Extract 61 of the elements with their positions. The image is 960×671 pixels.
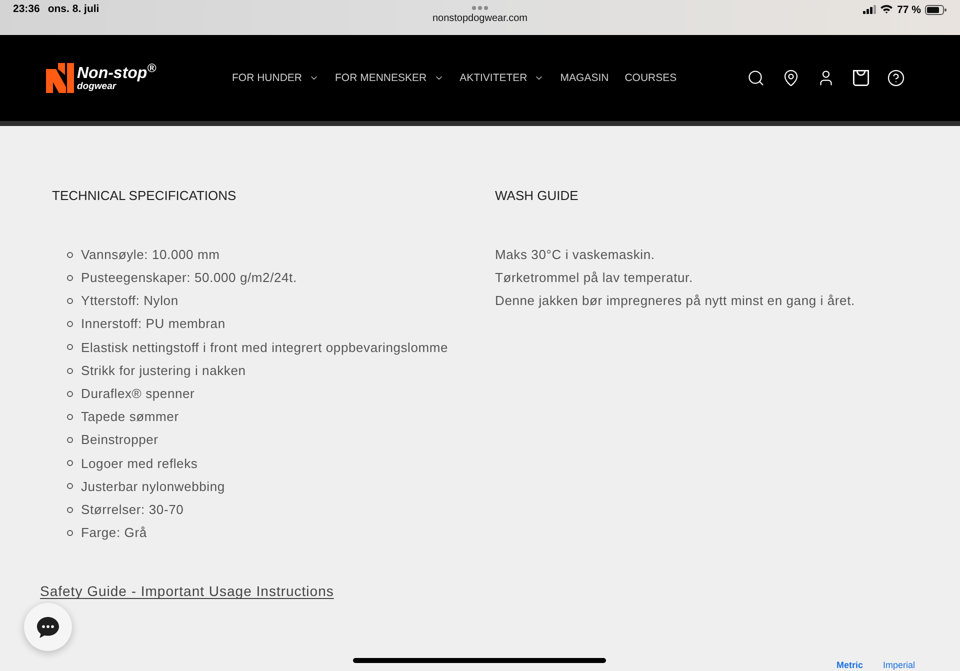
battery-percent: 77 % bbox=[897, 4, 921, 16]
spec-text: Innerstoff: PU membran bbox=[81, 315, 226, 334]
safety-guide-link[interactable]: Safety Guide - Important Usage Instructions bbox=[40, 584, 334, 600]
logo-mark-icon[interactable] bbox=[46, 63, 74, 93]
spec-text: Strikk for justering i nakken bbox=[81, 362, 246, 380]
circle-bullet-icon bbox=[67, 530, 73, 536]
wash-instruction: Maks 30°C i vaskemaskin. bbox=[495, 246, 656, 264]
cart-button[interactable] bbox=[852, 69, 870, 87]
nav-link[interactable]: COURSES bbox=[624, 71, 677, 85]
status-time: 23:36 bbox=[13, 3, 40, 16]
brand-tagline: dogwear bbox=[77, 82, 116, 92]
person-icon bbox=[817, 69, 835, 87]
wifi-icon bbox=[880, 4, 894, 14]
nav-link[interactable]: MAGASIN bbox=[560, 71, 609, 85]
account-button[interactable] bbox=[817, 69, 835, 87]
brand-name[interactable]: Non-stop$^{®}$ bbox=[77, 64, 156, 82]
circle-bullet-icon bbox=[67, 414, 73, 420]
spec-text: Elastisk nettingstoff i front med integrert oppbevaringslomme bbox=[81, 338, 448, 357]
section-heading: WASH GUIDE bbox=[495, 187, 580, 205]
spec-text: Tapede sømmer bbox=[81, 408, 179, 426]
address-url[interactable]: nonstopdogwear.com bbox=[432, 13, 528, 25]
nav-link[interactable]: FOR MENNESKER bbox=[335, 71, 444, 85]
spec-text: Ytterstoff: Nylon bbox=[81, 292, 178, 310]
search-button[interactable] bbox=[747, 69, 765, 87]
section-heading: TECHNICAL SPECIFICATIONS bbox=[52, 187, 238, 205]
circle-bullet-icon bbox=[67, 321, 73, 328]
circle-bullet-icon bbox=[67, 437, 73, 444]
spec-text: Farge: Grå bbox=[81, 524, 147, 542]
circle-bullet-icon bbox=[67, 460, 73, 466]
circle-bullet-icon bbox=[67, 368, 73, 374]
spec-text: Pusteegenskaper: 50.000 g/m2/24t. bbox=[81, 269, 297, 288]
help-icon bbox=[887, 69, 905, 87]
spec-text: Justerbar nylonwebbing bbox=[81, 478, 225, 496]
nav-link[interactable]: FOR HUNDER bbox=[232, 71, 319, 85]
help-button[interactable] bbox=[887, 69, 905, 87]
nav-link[interactable]: AKTIVITETER bbox=[460, 71, 544, 85]
wash-instruction: Tørketrommel på lav temperatur. bbox=[495, 269, 694, 288]
search-icon bbox=[747, 69, 765, 87]
circle-bullet-icon bbox=[67, 252, 73, 258]
circle-bullet-icon bbox=[67, 506, 73, 513]
unit-toggle[interactable]: Metric bbox=[836, 660, 863, 671]
signal-icon bbox=[863, 5, 876, 14]
battery-icon bbox=[925, 5, 947, 15]
bag-icon bbox=[852, 69, 870, 87]
more-dots-icon[interactable] bbox=[472, 6, 488, 10]
spec-text: Vannsøyle: 10.000 mm bbox=[81, 246, 220, 264]
circle-bullet-icon bbox=[67, 274, 73, 281]
speech-bubble-icon bbox=[36, 616, 60, 638]
store-locator-button[interactable] bbox=[782, 69, 800, 87]
spec-text: Beinstropper bbox=[81, 431, 158, 450]
circle-bullet-icon bbox=[67, 483, 73, 490]
spec-text: Duraflex® spenner bbox=[81, 384, 195, 403]
map-pin-icon bbox=[782, 69, 800, 87]
circle-bullet-icon bbox=[67, 344, 73, 350]
wash-instruction: Denne jakken bør impregneres på nytt minst en gang i året. bbox=[495, 292, 856, 310]
spec-text: Logoer med refleks bbox=[81, 454, 198, 473]
spec-text: Størrelser: 30-70 bbox=[81, 500, 184, 519]
circle-bullet-icon bbox=[67, 298, 73, 304]
status-date: ons. 8. juli bbox=[48, 3, 100, 16]
unit-toggle[interactable]: Imperial bbox=[882, 660, 915, 671]
circle-bullet-icon bbox=[67, 390, 73, 397]
